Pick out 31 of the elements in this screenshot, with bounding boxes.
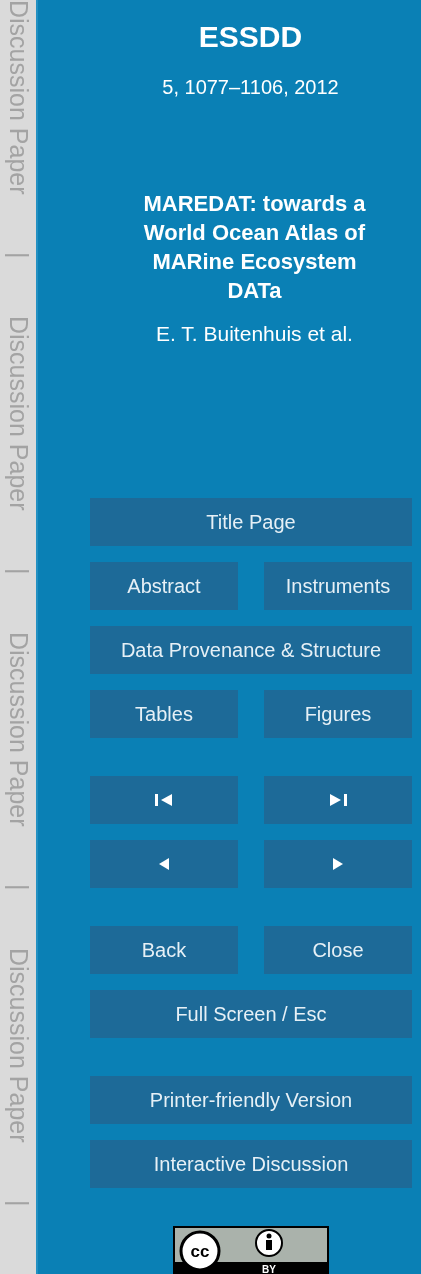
margin-separator: |	[5, 568, 31, 575]
nav-button[interactable]: Full Screen / Esc	[90, 990, 412, 1038]
paper-title-line: MARine Ecosystem	[152, 248, 357, 276]
license-logo: cc BY	[172, 1226, 329, 1274]
first-page-button[interactable]	[90, 776, 238, 824]
nav-button[interactable]: Back	[90, 926, 238, 974]
authors: E. T. Buitenhuis et al.	[156, 323, 353, 344]
citation: 5, 1077–1106, 2012	[162, 77, 339, 97]
first-page-icon	[154, 793, 174, 807]
last-page-icon	[328, 793, 348, 807]
last-page-button[interactable]	[264, 776, 412, 824]
journal-title: ESSDD	[198, 22, 303, 52]
nav-button[interactable]: Instruments	[264, 562, 412, 610]
nav-button[interactable]: Tables	[90, 690, 238, 738]
next-button[interactable]	[264, 840, 412, 888]
previous-icon	[158, 857, 170, 871]
nav-button[interactable]: Printer-friendly Version	[90, 1076, 412, 1124]
nav-button[interactable]: Title Page	[90, 498, 412, 546]
nav-button[interactable]: Close	[264, 926, 412, 974]
margin-separator: |	[5, 1200, 31, 1207]
nav-button[interactable]: Abstract	[90, 562, 238, 610]
margin-separator: |	[5, 884, 31, 891]
previous-button[interactable]	[90, 840, 238, 888]
nav-button[interactable]: Figures	[264, 690, 412, 738]
margin-separator: |	[5, 252, 31, 259]
paper-title-line: MAREDAT: towards a	[143, 190, 366, 218]
nav-button[interactable]: Interactive Discussion	[90, 1140, 412, 1188]
paper-title-line: World Ocean Atlas of	[143, 219, 366, 247]
nav-button[interactable]: Data Provenance & Structure	[90, 626, 412, 674]
paper-title-line: DATa	[227, 277, 282, 305]
next-icon	[332, 857, 344, 871]
